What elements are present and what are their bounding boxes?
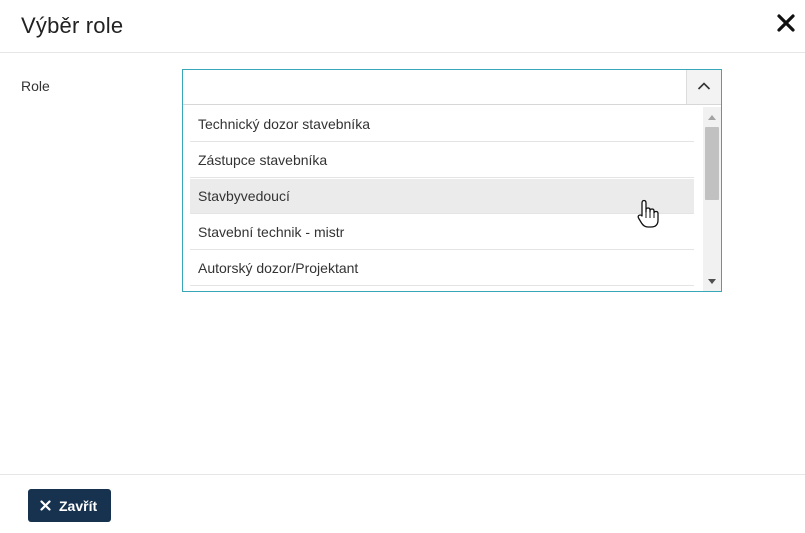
scroll-up-arrow-icon[interactable] bbox=[703, 109, 721, 125]
scroll-down-arrow-icon[interactable] bbox=[703, 273, 721, 289]
dialog-footer: Zavřít bbox=[0, 474, 805, 533]
close-button-label: Zavřít bbox=[59, 497, 98, 514]
role-option[interactable]: Zástupce stavebníka bbox=[190, 143, 694, 178]
role-select-input[interactable] bbox=[183, 70, 721, 105]
role-options-list: Technický dozor stavebníka Zástupce stav… bbox=[183, 107, 702, 291]
role-selection-dialog: Výběr role Role Technický dozor stavební… bbox=[0, 0, 805, 533]
role-option[interactable]: Technický dozor stavebníka bbox=[190, 107, 694, 142]
role-label: Role bbox=[21, 78, 50, 94]
close-icon bbox=[40, 498, 51, 514]
hand-pointer-cursor-icon bbox=[634, 199, 662, 236]
select-toggle-button[interactable] bbox=[686, 70, 721, 104]
role-select[interactable]: Technický dozor stavebníka Zástupce stav… bbox=[182, 69, 722, 292]
role-option[interactable]: Stavební technik - mistr bbox=[190, 215, 694, 250]
dialog-title: Výběr role bbox=[21, 13, 124, 38]
dialog-header: Výběr role bbox=[0, 0, 805, 53]
role-option[interactable]: Autorský dozor/Projektant bbox=[190, 251, 694, 286]
scroll-thumb[interactable] bbox=[705, 127, 719, 200]
chevron-up-icon bbox=[697, 78, 711, 96]
role-option[interactable]: Stavbyvedoucí bbox=[190, 179, 694, 214]
close-icon[interactable] bbox=[774, 11, 798, 35]
options-scrollbar[interactable] bbox=[703, 107, 721, 291]
close-button[interactable]: Zavřít bbox=[28, 489, 112, 522]
